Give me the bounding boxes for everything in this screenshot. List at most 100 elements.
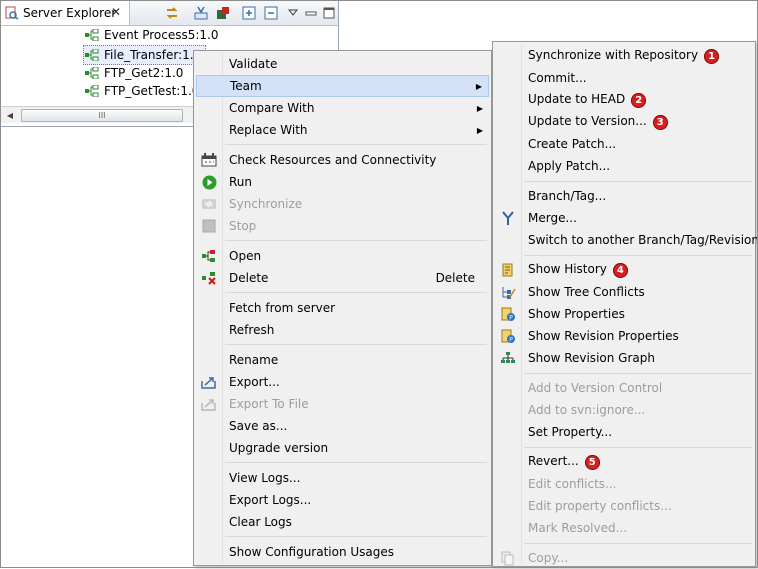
- menu-item-create-patch[interactable]: Create Patch...: [495, 133, 753, 155]
- tree-item[interactable]: FTP_Get2:1.0: [84, 64, 183, 82]
- stop-icon: [201, 218, 217, 234]
- scroll-left-icon[interactable]: ◀: [3, 108, 17, 122]
- menu-item-label: Run: [229, 175, 253, 189]
- tree-item[interactable]: FTP_GetTest:1.0: [84, 82, 199, 100]
- menu-item-fetch-from-server[interactable]: Fetch from server: [196, 297, 489, 319]
- menu-item-label: Rename: [229, 353, 279, 367]
- properties-icon: P: [500, 306, 516, 322]
- menu-item-save-as[interactable]: Save as...: [196, 415, 489, 437]
- submenu-arrow-icon: ▶: [475, 81, 482, 91]
- menu-item-apply-patch[interactable]: Apply Patch...: [495, 155, 753, 177]
- process-icon: [84, 66, 100, 80]
- process-icon: [84, 84, 100, 98]
- shortcut-label: Delete: [435, 271, 475, 285]
- menu-item-synchronize[interactable]: Synchronize: [196, 193, 489, 215]
- menu-item-show-history[interactable]: Show History 4: [495, 259, 753, 281]
- menu-item-label: Edit conflicts...: [528, 477, 617, 491]
- callout-badge: 4: [612, 263, 628, 278]
- callout-badge: 1: [704, 49, 720, 64]
- menu-item-synchronize-with-repository[interactable]: Synchronize with Repository 1: [495, 45, 753, 67]
- menu-item-edit-conflicts[interactable]: Edit conflicts...: [495, 473, 753, 495]
- menu-item-copy[interactable]: Copy...: [495, 547, 753, 569]
- menu-item-show-tree-conflicts[interactable]: Show Tree Conflicts: [495, 281, 753, 303]
- menu-item-label: Synchronize: [229, 197, 303, 211]
- menu-separator: [225, 536, 487, 537]
- import-icon[interactable]: [193, 5, 209, 21]
- menu-item-check-resources[interactable]: Check Resources and Connectivity: [196, 149, 489, 171]
- link-editor-icon[interactable]: [164, 5, 180, 21]
- tree-item[interactable]: Event Process5:1.0: [84, 26, 218, 44]
- menu-item-label: Revert...: [528, 454, 579, 468]
- menu-item-team[interactable]: Team ▶: [196, 75, 489, 97]
- menu-item-show-revision-properties[interactable]: P Show Revision Properties: [495, 325, 753, 347]
- tab-server-explorer[interactable]: Server Explorer ✕: [1, 1, 130, 25]
- menu-item-label: Compare With: [229, 101, 315, 115]
- deploy-icon[interactable]: [215, 5, 231, 21]
- menu-item-export-to-file[interactable]: Export To File: [196, 393, 489, 415]
- menu-item-export-logs[interactable]: Export Logs...: [196, 489, 489, 511]
- menu-item-label: Commit...: [528, 71, 587, 85]
- check-resources-icon: [201, 152, 217, 168]
- minimize-icon[interactable]: [303, 5, 319, 21]
- menu-item-label: Show Revision Graph: [528, 351, 655, 365]
- menu-item-label: Validate: [229, 57, 278, 71]
- menu-item-refresh[interactable]: Refresh: [196, 319, 489, 341]
- menu-separator: [225, 344, 487, 345]
- menu-separator: [524, 255, 752, 256]
- menu-item-merge[interactable]: Merge...: [495, 207, 753, 229]
- menu-item-show-properties[interactable]: P Show Properties: [495, 303, 753, 325]
- menu-item-update-to-head[interactable]: Update to HEAD 2: [495, 89, 753, 111]
- menu-item-validate[interactable]: Validate: [196, 53, 489, 75]
- menu-item-commit[interactable]: Commit...: [495, 67, 753, 89]
- menu-item-label: Show History: [528, 262, 607, 276]
- tree-item-label: Event Process5:1.0: [104, 28, 219, 42]
- menu-item-view-logs[interactable]: View Logs...: [196, 467, 489, 489]
- menu-item-stop[interactable]: Stop: [196, 215, 489, 237]
- menu-item-run[interactable]: Run: [196, 171, 489, 193]
- menu-item-mark-resolved[interactable]: Mark Resolved...: [495, 517, 753, 539]
- menu-item-compare-with[interactable]: Compare With ▶: [196, 97, 489, 119]
- menu-item-open[interactable]: Open: [196, 245, 489, 267]
- menu-item-add-to-svn-ignore[interactable]: Add to svn:ignore...: [495, 399, 753, 421]
- menu-item-label: Export To File: [229, 397, 309, 411]
- menu-item-upgrade-version[interactable]: Upgrade version: [196, 437, 489, 459]
- menu-item-label: Open: [229, 249, 262, 263]
- scroll-thumb[interactable]: III: [21, 109, 183, 122]
- menu-item-revert[interactable]: Revert... 5: [495, 451, 753, 473]
- team-submenu: Synchronize with Repository 1 Commit... U…: [492, 41, 758, 569]
- menu-item-export[interactable]: Export...: [196, 371, 489, 393]
- view-menu-chevron-down-icon[interactable]: [285, 5, 301, 21]
- menu-item-switch-branch[interactable]: Switch to another Branch/Tag/Revision...: [495, 229, 758, 251]
- menu-item-edit-property-conflicts[interactable]: Edit property conflicts...: [495, 495, 753, 517]
- menu-item-label: View Logs...: [229, 471, 301, 485]
- menu-item-add-to-version-control[interactable]: Add to Version Control: [495, 377, 753, 399]
- menu-item-clear-logs[interactable]: Clear Logs: [196, 511, 489, 533]
- collapse-all-icon[interactable]: [263, 5, 279, 21]
- menu-item-label: Update to Version...: [528, 114, 647, 128]
- copy-icon: [500, 550, 516, 566]
- menu-item-label: Replace With: [229, 123, 308, 137]
- menu-item-show-revision-graph[interactable]: Show Revision Graph: [495, 347, 753, 369]
- tab-label: Server Explorer: [23, 6, 117, 20]
- menu-item-update-to-version[interactable]: Update to Version... 3: [495, 111, 753, 133]
- menu-item-show-configuration-usages[interactable]: Show Configuration Usages: [196, 541, 489, 563]
- callout-badge: 3: [652, 115, 668, 130]
- menu-item-label: Save as...: [229, 419, 288, 433]
- callout-badge: 5: [584, 455, 600, 470]
- close-icon[interactable]: ✕: [111, 5, 121, 19]
- menu-item-set-property[interactable]: Set Property...: [495, 421, 753, 443]
- menu-item-replace-with[interactable]: Replace With ▶: [196, 119, 489, 141]
- menu-separator: [225, 462, 487, 463]
- menu-item-label: Show Properties: [528, 307, 625, 321]
- menu-item-delete[interactable]: Delete Delete: [196, 267, 489, 289]
- menu-separator: [225, 292, 487, 293]
- tree-item-selected[interactable]: File_Transfer:1.0: [83, 45, 207, 65]
- menu-item-branch-tag[interactable]: Branch/Tag...: [495, 185, 753, 207]
- submenu-arrow-icon: ▶: [476, 103, 483, 113]
- expand-all-icon[interactable]: [241, 5, 257, 21]
- run-icon: [201, 174, 217, 190]
- menu-item-rename[interactable]: Rename: [196, 349, 489, 371]
- menu-item-label: Switch to another Branch/Tag/Revision...: [528, 233, 758, 247]
- process-icon: [84, 28, 100, 42]
- maximize-icon[interactable]: [321, 5, 337, 21]
